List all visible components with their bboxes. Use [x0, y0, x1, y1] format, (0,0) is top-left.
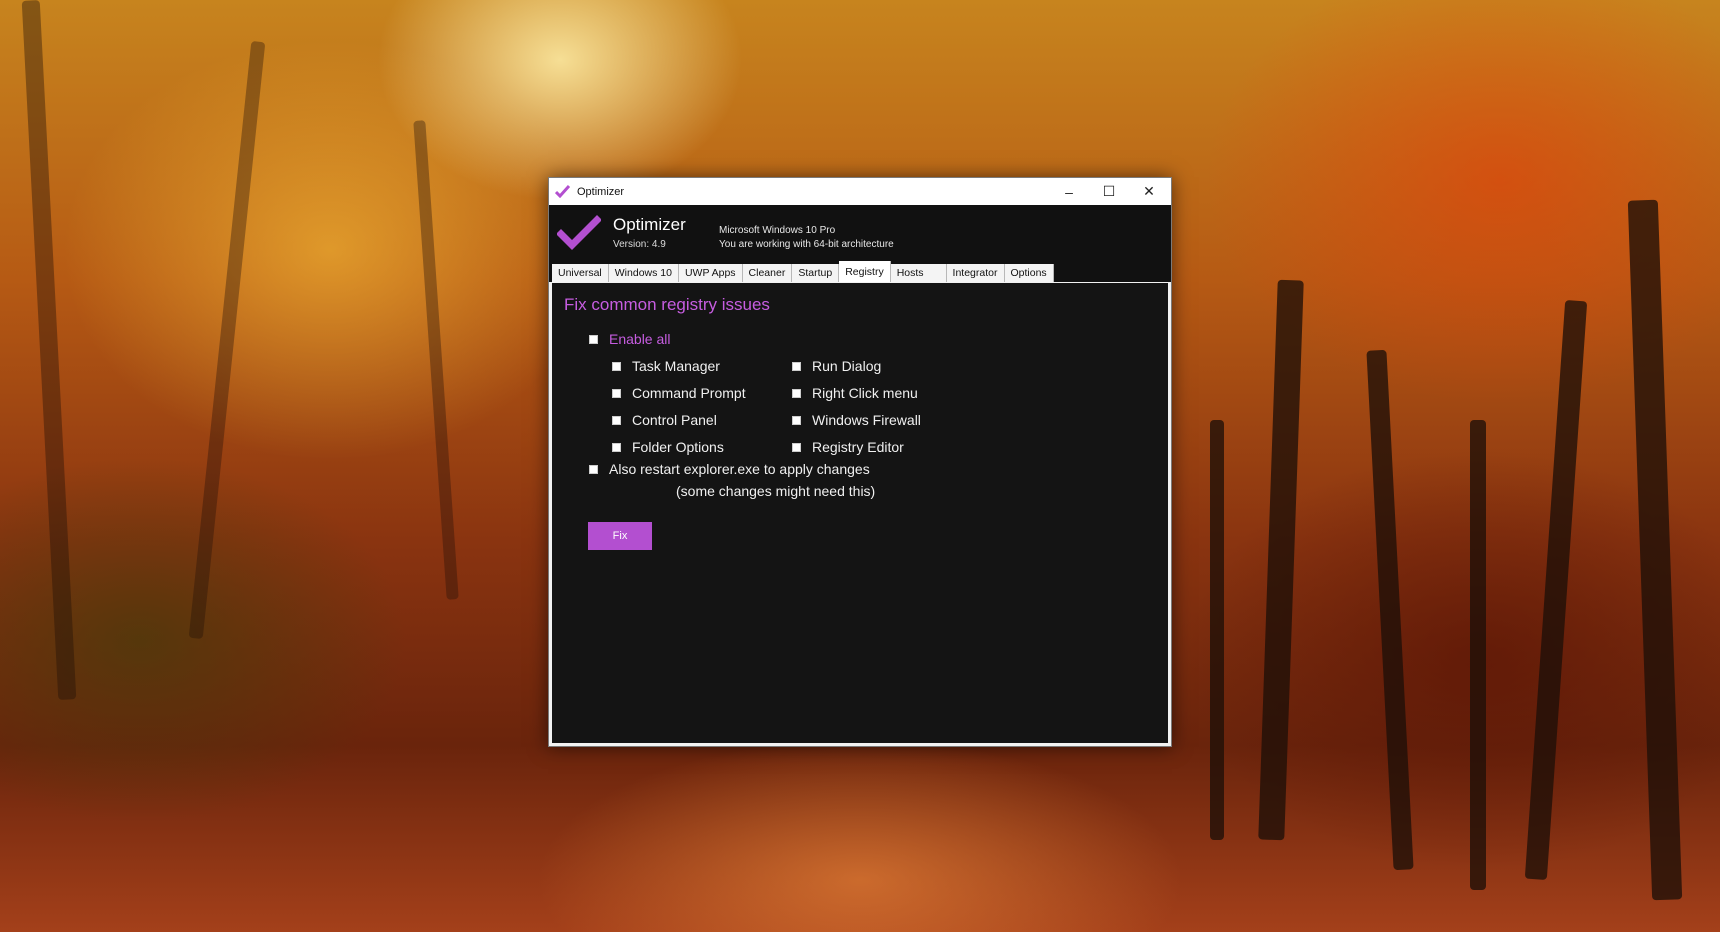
tab-uwp-apps[interactable]: UWP Apps: [678, 264, 743, 282]
tab-strip: Universal Windows 10 UWP Apps Cleaner St…: [549, 261, 1171, 282]
task-manager-checkbox[interactable]: Task Manager: [612, 358, 720, 374]
tab-startup[interactable]: Startup: [792, 264, 840, 282]
checkbox-box[interactable]: [612, 415, 621, 425]
run-dialog-checkbox[interactable]: Run Dialog: [792, 358, 881, 374]
enable-all-label: Enable all: [609, 331, 671, 347]
fix-button[interactable]: Fix: [588, 522, 652, 550]
folder-options-checkbox[interactable]: Folder Options: [612, 439, 724, 455]
checkbox-box[interactable]: [612, 442, 621, 452]
checkbox-label: Windows Firewall: [812, 412, 921, 428]
tab-cleaner[interactable]: Cleaner: [742, 264, 793, 282]
tab-options[interactable]: Options: [1004, 264, 1054, 282]
app-name: Optimizer: [613, 215, 686, 234]
app-version: Version: 4.9: [613, 239, 666, 250]
checkbox-label: Right Click menu: [812, 385, 918, 401]
window-title: Optimizer: [577, 185, 625, 198]
windows-firewall-checkbox[interactable]: Windows Firewall: [792, 412, 921, 428]
checkbox-label: Registry Editor: [812, 439, 904, 455]
section-title: Fix common registry issues: [564, 295, 770, 314]
tab-hosts[interactable]: Hosts: [890, 264, 947, 282]
checkbox-label: Task Manager: [632, 358, 720, 374]
restart-explorer-checkbox[interactable]: Also restart explorer.exe to apply chang…: [589, 461, 870, 477]
checkbox-label: Run Dialog: [812, 358, 882, 374]
checkmark-logo-icon: [556, 215, 602, 251]
checkbox-box[interactable]: [589, 464, 598, 474]
app-header: Optimizer Version: 4.9 Microsoft Windows…: [549, 205, 1171, 261]
registry-editor-checkbox[interactable]: Registry Editor: [792, 439, 904, 455]
checkbox-box[interactable]: [589, 334, 598, 344]
checkbox-box[interactable]: [792, 442, 801, 452]
tab-universal[interactable]: Universal: [552, 264, 609, 282]
control-panel-checkbox[interactable]: Control Panel: [612, 412, 717, 428]
enable-all-checkbox[interactable]: Enable all: [589, 331, 671, 347]
checkbox-box[interactable]: [612, 361, 621, 371]
maximize-button[interactable]: ☐: [1089, 178, 1129, 205]
checkbox-label: Control Panel: [632, 412, 717, 428]
os-architecture: You are working with 64-bit architecture: [719, 239, 894, 250]
checkbox-box[interactable]: [612, 388, 621, 398]
tab-integrator[interactable]: Integrator: [946, 264, 1005, 282]
checkbox-label: Command Prompt: [632, 385, 746, 401]
optimizer-window: Optimizer – ☐ ✕ Optimizer Version: 4.9 M…: [548, 177, 1172, 747]
checkbox-box[interactable]: [792, 388, 801, 398]
checkmark-icon: [555, 183, 573, 201]
restart-explorer-label: Also restart explorer.exe to apply chang…: [609, 461, 870, 477]
right-click-menu-checkbox[interactable]: Right Click menu: [792, 385, 918, 401]
tab-registry[interactable]: Registry: [839, 261, 891, 282]
command-prompt-checkbox[interactable]: Command Prompt: [612, 385, 746, 401]
minimize-button[interactable]: –: [1049, 178, 1089, 205]
os-name: Microsoft Windows 10 Pro: [719, 225, 836, 236]
checkbox-box[interactable]: [792, 361, 801, 371]
tab-windows-10[interactable]: Windows 10: [608, 264, 679, 282]
title-bar[interactable]: Optimizer – ☐ ✕: [549, 178, 1171, 205]
registry-panel: Fix common registry issues Enable all Ta…: [552, 283, 1168, 743]
restart-note: (some changes might need this): [676, 483, 876, 499]
checkbox-label: Folder Options: [632, 439, 724, 455]
checkbox-box[interactable]: [792, 415, 801, 425]
close-button[interactable]: ✕: [1129, 178, 1169, 205]
